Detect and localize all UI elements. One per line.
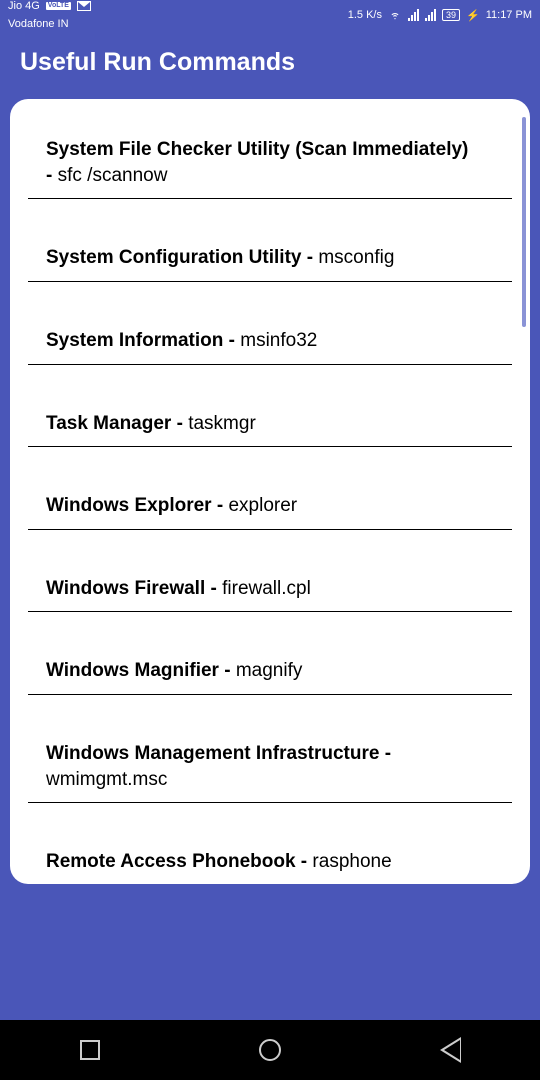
command-item[interactable]: System File Checker Utility (Scan Immedi… bbox=[28, 129, 512, 199]
command-text: System Configuration Utility - msconfig bbox=[46, 245, 494, 271]
navigation-bar bbox=[0, 1020, 540, 1080]
home-button[interactable] bbox=[259, 1039, 281, 1061]
command-text: System File Checker Utility (Scan Immedi… bbox=[46, 137, 494, 188]
command-item[interactable]: Remote Access Phonebook - rasphone bbox=[28, 833, 512, 884]
command-text: Windows Management Infrastructure - wmim… bbox=[46, 741, 494, 792]
command-text: Task Manager - taskmgr bbox=[46, 411, 494, 437]
command-text: Remote Access Phonebook - rasphone bbox=[46, 849, 494, 875]
page-title: Useful Run Commands bbox=[20, 48, 295, 76]
command-text: Windows Firewall - firewall.cpl bbox=[46, 576, 494, 602]
status-bar: Jio 4G VoLTE Vodafone IN 1.5 K/s 39 ⚡ 11… bbox=[0, 0, 540, 30]
status-right: 1.5 K/s 39 ⚡ 11:17 PM bbox=[348, 9, 532, 22]
mail-icon bbox=[77, 1, 91, 11]
status-left: Jio 4G VoLTE Vodafone IN bbox=[8, 0, 91, 30]
wifi-icon bbox=[388, 9, 402, 21]
carrier-label-1: Jio 4G bbox=[8, 0, 40, 12]
signal-icon-2 bbox=[425, 9, 436, 21]
commands-list: System File Checker Utility (Scan Immedi… bbox=[10, 129, 530, 884]
command-item[interactable]: Windows Firewall - firewall.cpl bbox=[28, 560, 512, 613]
command-item[interactable]: System Configuration Utility - msconfig bbox=[28, 229, 512, 282]
charging-icon: ⚡ bbox=[466, 9, 480, 22]
carrier-label-2: Vodafone IN bbox=[8, 18, 69, 30]
command-text: Windows Explorer - explorer bbox=[46, 493, 494, 519]
clock: 11:17 PM bbox=[486, 9, 532, 21]
commands-card[interactable]: System File Checker Utility (Scan Immedi… bbox=[10, 99, 530, 884]
command-item[interactable]: Windows Magnifier - magnify bbox=[28, 642, 512, 695]
scrollbar[interactable] bbox=[522, 117, 526, 327]
signal-icon-1 bbox=[408, 9, 419, 21]
back-button[interactable] bbox=[440, 1037, 461, 1063]
recent-apps-button[interactable] bbox=[80, 1040, 100, 1060]
command-item[interactable]: Windows Management Infrastructure - wmim… bbox=[28, 725, 512, 803]
command-text: Windows Magnifier - magnify bbox=[46, 658, 494, 684]
network-speed: 1.5 K/s bbox=[348, 9, 382, 21]
command-text: System Information - msinfo32 bbox=[46, 328, 494, 354]
volte-badge: VoLTE bbox=[46, 2, 71, 10]
command-item[interactable]: System Information - msinfo32 bbox=[28, 312, 512, 365]
battery-indicator: 39 bbox=[442, 9, 460, 21]
command-item[interactable]: Task Manager - taskmgr bbox=[28, 395, 512, 448]
app-bar: Useful Run Commands bbox=[0, 30, 540, 99]
command-item[interactable]: Windows Explorer - explorer bbox=[28, 477, 512, 530]
